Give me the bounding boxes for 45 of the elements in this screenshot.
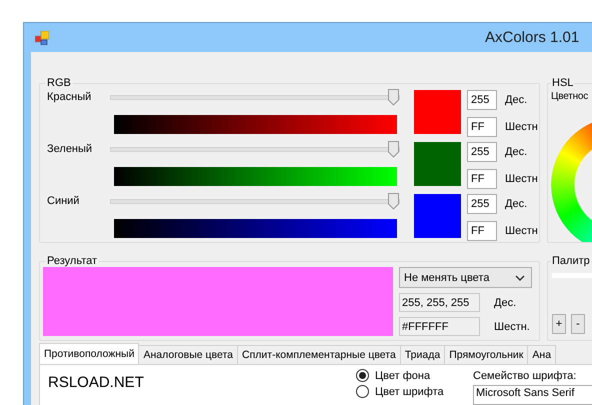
slider-thumb[interactable] <box>388 193 399 210</box>
group-title: Палитр <box>551 256 591 267</box>
field-label: Дес. <box>505 198 528 210</box>
field-label: Шестн <box>505 173 538 185</box>
field-label: Шестн. <box>494 320 530 332</box>
group-title: Результат <box>46 256 98 267</box>
tab[interactable]: Противоположный <box>39 343 140 364</box>
radio-button[interactable] <box>356 385 369 398</box>
sample-text: RSLOAD.NET <box>48 374 145 393</box>
channel-label: Красный <box>47 90 92 105</box>
decimal-input[interactable]: 255 <box>467 194 497 214</box>
field-label: Шестн <box>505 225 538 237</box>
hex-input[interactable]: FF <box>467 169 497 189</box>
channel-label: Зеленый <box>47 142 94 157</box>
decimal-input[interactable]: 255 <box>467 90 497 110</box>
field-label: Дес. <box>505 94 528 106</box>
app-icon <box>35 30 49 44</box>
hex-input[interactable]: FF <box>467 117 497 137</box>
field-label: Шестн <box>505 121 538 133</box>
window-title: AxColors 1.01 <box>485 29 580 46</box>
font-family-label: Семейство шрифта: <box>473 370 578 382</box>
radio-option[interactable]: Цвет шрифта <box>356 385 473 398</box>
field-label: Дес. <box>505 146 528 158</box>
field-label: Дес. <box>494 296 516 308</box>
tab[interactable]: Ана <box>527 345 556 364</box>
slider-thumb[interactable] <box>388 89 399 106</box>
hex-output[interactable]: #FFFFFF <box>399 317 480 336</box>
group-title: RGB <box>46 77 72 89</box>
slider-thumb[interactable] <box>388 141 399 158</box>
decimal-input[interactable]: 255 <box>467 142 497 162</box>
chevron-down-icon <box>515 274 525 280</box>
mode-dropdown[interactable]: Не менять цвета <box>399 267 532 288</box>
palette-button[interactable]: + <box>552 314 566 334</box>
decimal-output[interactable]: 255, 255, 255 <box>399 293 480 312</box>
slider[interactable] <box>110 141 400 158</box>
font-family-dropdown[interactable]: Microsoft Sans Serif <box>473 385 592 405</box>
radio-button[interactable] <box>356 369 369 382</box>
slider[interactable] <box>110 89 400 106</box>
hue-label: Цветнос <box>551 91 590 102</box>
radio-option[interactable]: Цвет фона <box>356 369 473 382</box>
palette-button[interactable]: - <box>571 314 585 334</box>
group-title: HSL <box>551 78 574 89</box>
slider[interactable] <box>110 193 400 210</box>
hex-input[interactable]: FF <box>467 221 497 241</box>
channel-label: Синий <box>47 194 80 209</box>
